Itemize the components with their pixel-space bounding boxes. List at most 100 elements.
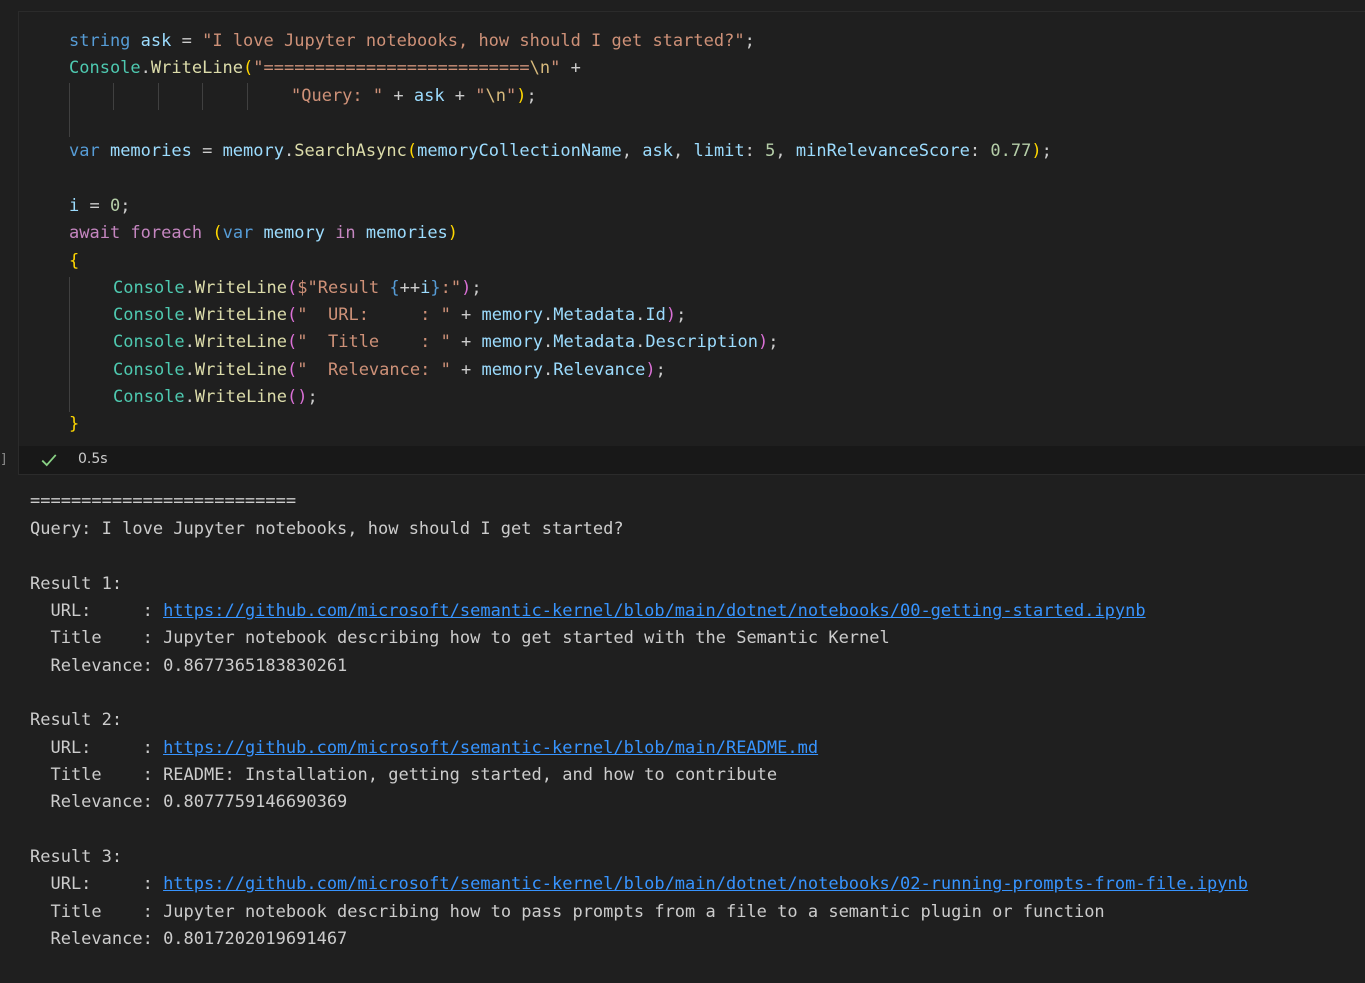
result-url-link[interactable]: https://github.com/microsoft/semantic-ke… (163, 874, 1248, 894)
code-token: . (184, 305, 195, 325)
code-token: limit (693, 141, 745, 161)
code-token: WriteLine (194, 278, 288, 298)
code-token: . (184, 278, 195, 298)
code-token: memory (481, 332, 543, 352)
code-token: . (283, 141, 295, 161)
code-token: ++ (399, 278, 421, 298)
code-token: Relevance (553, 360, 646, 380)
code-token: + (444, 86, 476, 106)
result-relevance-line: Relevance: 0.8017202019691467 (30, 926, 347, 953)
code-token: var (69, 141, 100, 161)
code-token: memories (355, 223, 448, 243)
code-token: ) (461, 278, 472, 298)
title-label: Title : (30, 765, 164, 785)
code-token: ; (120, 196, 131, 216)
result-title-line: Title : Jupyter notebook describing how … (30, 899, 1104, 926)
relevance-label: Relevance: (30, 656, 164, 676)
execution-count: ] (0, 452, 8, 467)
code-token: Metadata (553, 332, 636, 352)
result-title-line: Title : Jupyter notebook describing how … (30, 625, 889, 652)
code-token: ask (413, 86, 445, 106)
code-token: : (744, 141, 766, 161)
code-token: memory (481, 305, 543, 325)
code-token: memory (253, 223, 325, 243)
indent-guide (158, 83, 159, 110)
code-token: WriteLine (150, 58, 244, 78)
code-token: . (635, 305, 646, 325)
code-line: Console.WriteLine(" URL: : " + memory.Me… (113, 302, 686, 329)
url-label: URL: : (30, 601, 164, 621)
code-token: i (420, 278, 431, 298)
code-token: WriteLine (194, 332, 288, 352)
code-token: i (69, 196, 80, 216)
code-token: ; (655, 360, 666, 380)
code-line: var memories = memory.SearchAsync(memory… (69, 138, 1052, 165)
code-token: = (171, 31, 203, 51)
code-token: ( (287, 278, 298, 298)
code-token: Console (113, 305, 185, 325)
code-token: memoryCollectionName (417, 141, 622, 161)
code-line: Console.WriteLine(); (113, 384, 318, 411)
code-token: { (389, 278, 400, 298)
output-separator: ========================== (30, 491, 297, 511)
result-url-line: URL: : https://github.com/microsoft/sema… (30, 598, 1146, 625)
title-label: Title : (30, 628, 164, 648)
code-token: () (287, 387, 308, 407)
code-token: await (69, 223, 121, 243)
code-token: ( (406, 141, 418, 161)
code-token: ask (642, 141, 673, 161)
code-token: $"Result (297, 278, 390, 298)
code-token: \n (529, 58, 551, 78)
code-token: + (560, 58, 581, 78)
result-url-line: URL: : https://github.com/microsoft/sema… (30, 735, 818, 762)
result-url-link[interactable]: https://github.com/microsoft/semantic-ke… (163, 738, 818, 758)
code-line: await foreach (var memory in memories) (69, 220, 458, 247)
code-token: 5 (765, 141, 776, 161)
code-line: "Query: " + ask + "\n"); (291, 83, 537, 110)
code-token: . (635, 332, 646, 352)
code-token: Console (69, 58, 141, 78)
code-token: SearchAsync (294, 141, 407, 161)
result-header: Result 3: (30, 847, 123, 867)
code-token: ; (307, 387, 318, 407)
code-token: ( (212, 223, 223, 243)
code-token: " URL: : " (297, 305, 451, 325)
code-token: } (430, 278, 441, 298)
code-token: in (324, 223, 356, 243)
indent-guide (113, 83, 114, 110)
code-line: Console.WriteLine(" Relevance: " + memor… (113, 357, 666, 384)
code-token: ; (744, 31, 755, 51)
check-icon (41, 454, 57, 467)
code-line: Console.WriteLine($"Result {++i}:"); (113, 275, 482, 302)
code-token: 0.77 (990, 141, 1032, 161)
code-token: = (79, 196, 110, 216)
code-token: . (542, 332, 554, 352)
code-token: string (69, 31, 131, 51)
result-relevance: 0.8077759146690369 (163, 792, 348, 812)
result-url-line: URL: : https://github.com/microsoft/sema… (30, 871, 1248, 898)
title-label: Title : (30, 902, 164, 922)
code-token: foreach (120, 223, 203, 243)
result-relevance: 0.8017202019691467 (163, 929, 348, 949)
code-token: :" (440, 278, 462, 298)
code-token: " (550, 58, 561, 78)
indent-guide (247, 83, 248, 110)
result-title: README: Installation, getting started, a… (163, 765, 778, 785)
code-token: "I love Jupyter notebooks, how should I … (202, 31, 745, 51)
code-token: , (775, 141, 796, 161)
code-token: " Title : " (297, 332, 451, 352)
code-line: } (69, 411, 79, 438)
code-token: + (450, 305, 482, 325)
result-header: Result 2: (30, 710, 123, 730)
code-editor[interactable]: string ask = "I love Jupyter notebooks, … (19, 12, 1365, 446)
code-cell[interactable]: string ask = "I love Jupyter notebooks, … (18, 11, 1365, 475)
code-token: . (140, 58, 151, 78)
code-token: " Relevance: " (297, 360, 451, 380)
code-token: WriteLine (194, 360, 288, 380)
code-token: ( (287, 305, 298, 325)
code-token: ( (287, 360, 298, 380)
code-token: . (184, 332, 195, 352)
code-line: string ask = "I love Jupyter notebooks, … (69, 28, 755, 55)
code-token: Console (113, 360, 185, 380)
result-url-link[interactable]: https://github.com/microsoft/semantic-ke… (163, 601, 1146, 621)
